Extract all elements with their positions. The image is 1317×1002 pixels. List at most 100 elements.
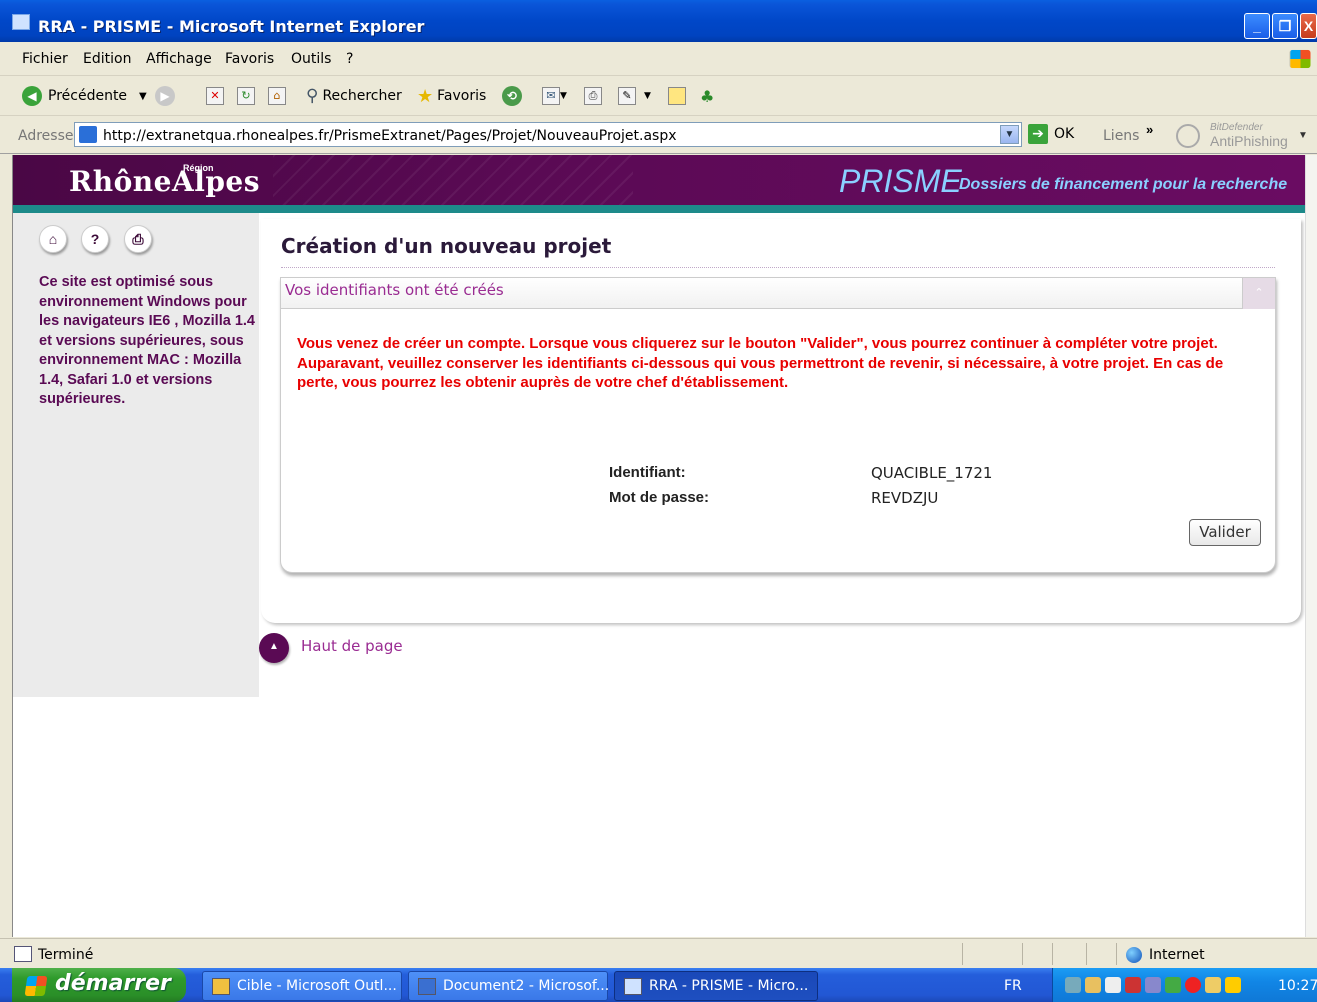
mail-button[interactable]: ✉ ▼ (542, 85, 567, 107)
title-divider (281, 267, 1275, 268)
address-bar: Adresse http://extranetqua.rhonealpes.fr… (0, 116, 1317, 154)
ie-window-icon[interactable] (12, 14, 30, 30)
tray-network-icon[interactable] (1065, 977, 1081, 993)
home-icon[interactable]: ⌂ (39, 225, 67, 253)
menu-edition[interactable]: Edition (83, 51, 131, 67)
forward-arrow-icon: ▶ (155, 86, 175, 106)
taskbar-item-word[interactable]: Document2 - Microsof... (408, 971, 610, 1001)
credentials-panel-title: Vos identifiants ont été créés (285, 281, 504, 299)
forward-button[interactable]: ▶ (155, 85, 181, 107)
links-toolbar[interactable]: Liens (1103, 128, 1139, 144)
bitdefender-icon (1176, 124, 1200, 148)
taskbar-item-ie[interactable]: RRA - PRISME - Micro... (614, 971, 818, 1001)
language-indicator[interactable]: FR (1004, 978, 1022, 994)
menu-fichier[interactable]: Fichier (22, 51, 68, 67)
tray-speaker-icon[interactable] (1125, 977, 1141, 993)
taskbar-item-label: RRA - PRISME - Micro... (649, 978, 809, 994)
vertical-scrollbar[interactable] (1305, 155, 1317, 937)
tray-security-icon[interactable] (1205, 977, 1221, 993)
menu-help[interactable]: ? (346, 51, 353, 67)
antiphishing-dropdown-icon[interactable]: ▼ (1298, 130, 1308, 141)
edit-dropdown-icon[interactable]: ▼ (644, 91, 651, 101)
menu-outils[interactable]: Outils (291, 51, 331, 67)
status-separator (1052, 943, 1053, 965)
page-icon (79, 126, 97, 143)
credentials-panel: Vos identifiants ont été créés ⌃ Vous ve… (280, 277, 1276, 573)
windows-flag-icon (24, 976, 48, 996)
stop-icon: ✕ (206, 87, 224, 105)
menu-bar: Fichier Edition Affichage Favoris Outils… (0, 42, 1317, 76)
refresh-button[interactable]: ↻ (237, 85, 255, 107)
window-titlebar[interactable]: RRA - PRISME - Microsoft Internet Explor… (0, 0, 1317, 42)
rhone-alpes-logo[interactable]: RhôneAlpes (69, 165, 260, 198)
address-url[interactable]: http://extranetqua.rhonealpes.fr/PrismeE… (103, 128, 677, 144)
mail-dropdown-icon[interactable]: ▼ (560, 91, 567, 101)
stop-button[interactable]: ✕ (206, 85, 224, 107)
minimize-button[interactable]: _ (1244, 13, 1270, 39)
browser-viewport: RhôneAlpes Région PRISME Dossiers de fin… (12, 155, 1306, 937)
home-button[interactable]: ⌂ (268, 85, 286, 107)
identifier-value: QUACIBLE_1721 (871, 464, 993, 482)
back-button-label: Précédente (48, 88, 128, 104)
account-created-warning: Vous venez de créer un compte. Lorsque v… (297, 335, 1224, 391)
word-icon (418, 978, 436, 995)
favorites-button-label: Favoris (437, 88, 487, 104)
print-button[interactable]: ⎙ (584, 85, 602, 107)
tray-update-icon[interactable] (1165, 977, 1181, 993)
tray-folder-icon[interactable] (1085, 977, 1101, 993)
edit-button[interactable]: ✎ ▼ (618, 85, 651, 107)
taskbar-item-label: Cible - Microsoft Outl... (237, 978, 397, 994)
password-label: Mot de passe: (609, 489, 710, 506)
address-dropdown-icon[interactable]: ▼ (1000, 125, 1019, 144)
close-button[interactable]: X (1300, 13, 1317, 39)
arrow-up-icon: ▲ (259, 633, 289, 663)
search-button-label: Rechercher (322, 88, 402, 104)
prisme-subtitle: Dossiers de financement pour la recherch… (959, 176, 1288, 193)
favorites-star-icon: ★ (417, 85, 434, 107)
address-input[interactable]: http://extranetqua.rhonealpes.fr/PrismeE… (74, 122, 1022, 147)
status-separator (1116, 943, 1117, 965)
mail-icon: ✉ (542, 87, 560, 105)
header-decoration (273, 155, 633, 205)
clock: 10:27 (1278, 978, 1317, 994)
start-button[interactable]: démarrer (12, 968, 186, 1002)
tray-monitor-icon[interactable] (1105, 977, 1121, 993)
go-arrow-icon: ➔ (1028, 124, 1048, 144)
back-to-top-link[interactable]: ▲ Haut de page (259, 633, 403, 663)
status-separator (962, 943, 963, 965)
taskbar-item-label: Document2 - Microsof... (443, 978, 610, 994)
tray-antivirus-icon[interactable] (1185, 977, 1201, 993)
go-button[interactable]: ➔ OK (1028, 124, 1074, 144)
history-icon: ⟲ (502, 86, 522, 106)
tray-app-icon[interactable] (1145, 977, 1161, 993)
help-icon[interactable]: ? (81, 225, 109, 253)
prisme-title: PRISME (839, 163, 962, 199)
validate-button[interactable]: Valider (1189, 519, 1261, 546)
search-button[interactable]: ⚲ Rechercher (306, 85, 402, 107)
favorites-button[interactable]: ★ Favoris (417, 85, 486, 107)
back-button[interactable]: ◀ Précédente ▼ (22, 85, 147, 107)
menu-favoris[interactable]: Favoris (225, 51, 274, 67)
status-separator (1086, 943, 1087, 965)
print-icon[interactable]: ⎙ (124, 225, 152, 253)
taskbar-item-outlook[interactable]: Cible - Microsoft Outl... (202, 971, 402, 1001)
restore-button[interactable]: ❐ (1272, 13, 1298, 39)
refresh-icon: ↻ (237, 87, 255, 105)
search-icon: ⚲ (306, 86, 319, 106)
start-button-label: démarrer (55, 971, 171, 996)
discuss-button[interactable] (668, 85, 686, 107)
notes-icon (668, 87, 686, 105)
address-label: Adresse (18, 128, 74, 144)
collapse-icon[interactable]: ⌃ (1242, 278, 1275, 309)
history-button[interactable]: ⟲ (502, 85, 528, 107)
links-chevron-icon[interactable]: » (1146, 122, 1153, 137)
window-title: RRA - PRISME - Microsoft Internet Explor… (38, 17, 425, 36)
messenger-button[interactable]: ♣ (700, 85, 714, 107)
tray-alert-icon[interactable] (1225, 977, 1241, 993)
antiphishing-brand: BitDefender (1210, 122, 1263, 133)
menu-affichage[interactable]: Affichage (146, 51, 212, 67)
main-content: Création d'un nouveau projet Vos identif… (261, 219, 1301, 623)
messenger-icon: ♣ (700, 86, 715, 106)
back-dropdown-icon[interactable]: ▼ (139, 91, 147, 102)
back-to-top-label[interactable]: Haut de page (301, 637, 403, 655)
